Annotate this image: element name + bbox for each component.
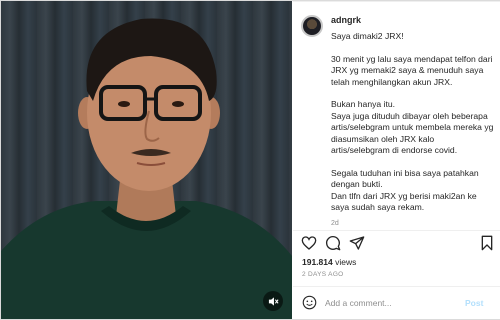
post-comment-button[interactable]: Post	[465, 298, 483, 308]
speaker-muted-icon	[268, 296, 279, 306]
views-label: views	[335, 257, 357, 267]
heart-icon	[301, 236, 317, 250]
like-button[interactable]	[301, 235, 319, 253]
person-in-video	[1, 18, 292, 319]
comment-bubble-icon	[326, 236, 341, 251]
share-button[interactable]	[349, 235, 367, 253]
paper-plane-icon	[349, 236, 365, 250]
views-number: 191.814	[302, 257, 333, 267]
caption-line: 30 menit yg lalu saya mendapat telfon da…	[331, 53, 493, 87]
instagram-post: adngrk Saya dimaki2 JRX! 30 menit yg lal…	[0, 0, 500, 320]
comment-bar: Post	[293, 287, 500, 319]
post-video[interactable]	[1, 1, 292, 319]
post-timestamp: 2 DAYS AGO	[302, 271, 344, 278]
comment-button[interactable]	[325, 235, 343, 253]
save-button[interactable]	[479, 235, 497, 253]
emoji-button[interactable]	[302, 295, 318, 311]
caption-line: Saya dimaki2 JRX!	[331, 31, 404, 41]
caption-line: Saya juga dituduh dibayar oleh beberapa …	[331, 110, 494, 156]
post-sidebar: adngrk Saya dimaki2 JRX! 30 menit yg lal…	[293, 1, 500, 319]
post-username[interactable]: adngrk	[331, 15, 361, 25]
mute-button[interactable]	[263, 291, 283, 311]
post-caption: Saya dimaki2 JRX! 30 menit yg lalu saya …	[331, 31, 495, 231]
bookmark-icon	[481, 235, 493, 251]
header-divider	[293, 1, 500, 2]
actions-divider	[293, 230, 500, 231]
action-bar	[301, 235, 497, 253]
caption-line: Bukan hanya itu.	[331, 99, 396, 110]
avatar[interactable]	[301, 15, 323, 37]
smiley-icon	[302, 295, 317, 310]
caption-line: Dan tlfn dari JRX yg berisi maki2an ke s…	[331, 190, 477, 213]
views-count[interactable]: 191.814 views	[302, 257, 356, 267]
caption-line: Segala tuduhan ini bisa saya patahkan de…	[331, 167, 479, 190]
comment-input[interactable]	[325, 295, 455, 311]
caption-timestamp: 2d	[331, 220, 339, 227]
